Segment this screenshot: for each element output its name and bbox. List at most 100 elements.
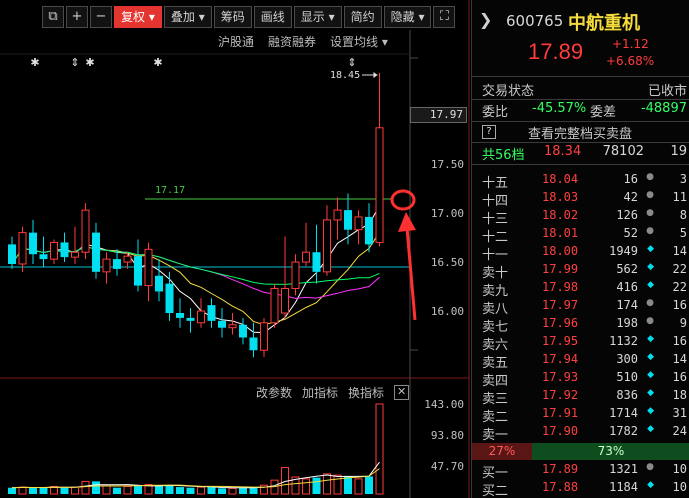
book-level-label: 卖八 [482,302,509,317]
book-row[interactable]: 十二 18.01 52 ● 5 [472,226,689,245]
simple-mode-button[interactable]: 简约 [343,6,382,28]
book-level-label: 卖二 [482,410,509,425]
weicha-value: -48897 [640,101,687,116]
book-level-price: 17.95 [542,334,579,348]
volume-bar [113,487,121,494]
event-marker-icon: ✱ [30,56,39,69]
edit-params-link[interactable]: 改参数 [256,384,292,401]
book-level-price: 17.97 [542,298,579,312]
book-level-label: 卖一 [482,428,509,443]
candle-body [197,310,205,324]
candle-body [249,337,258,351]
chips-button[interactable]: 筹码 [213,6,252,28]
candle-body [8,244,16,264]
candle-body [354,216,363,231]
book-level-volume: 1184 [609,480,638,494]
shanghai-connect-link[interactable]: 沪股通 [218,33,254,50]
volume-bar [218,488,226,494]
book-level-volume: 1714 [609,406,638,420]
book-level-volume: 416 [616,280,638,294]
book-level-price: 17.98 [542,280,579,294]
volume-bar [239,487,247,494]
volume-bar [71,486,79,495]
book-level-mark: ● [646,462,654,472]
volume-bar [134,485,142,494]
book-level-volume: 126 [616,208,638,222]
book-row[interactable]: 买二 17.88 1184 ◆ 10 [472,480,689,498]
book-row[interactable]: 卖三 17.92 836 ◆ 18 [472,388,689,407]
book-level-count: 31 [672,406,687,420]
overlay-button[interactable]: 叠加 ▾ [163,6,212,28]
book-level-count: 16 [672,298,687,312]
book-level-count: 10 [672,462,687,476]
candle-body [134,256,142,286]
event-marker-icon: ⇕ [70,56,79,69]
fullscreen-icon[interactable]: ⛶ [433,6,456,28]
annotation-arrow [405,227,417,321]
book-row[interactable]: 十三 18.02 126 ● 8 [472,208,689,227]
book-level-volume: 562 [616,262,638,276]
book-level-price: 17.91 [542,406,579,420]
window-icon[interactable]: ⧉ [42,6,64,28]
status-label: 交易状态 [482,84,535,99]
price-axis-label: 16.00 [430,305,464,318]
book-level-price: 17.99 [542,262,579,276]
candle-body [312,252,321,272]
hide-button[interactable]: 隐藏 ▾ [383,6,432,28]
candle-body [18,232,27,265]
book-row[interactable]: 卖一 17.90 1782 ◆ 24 [472,424,689,443]
volume-bar [60,487,69,494]
book-row[interactable]: 卖四 17.93 510 ◆ 16 [472,370,689,389]
book-row[interactable]: 卖五 17.94 300 ◆ 14 [472,352,689,371]
book-row[interactable]: 十五 18.04 16 ● 3 [472,172,689,191]
book-level-count: 3 [679,172,687,186]
close-icon[interactable]: ✕ [394,385,410,400]
display-button[interactable]: 显示 ▾ [293,6,342,28]
book-row[interactable]: 卖七 17.96 198 ● 9 [472,316,689,335]
book-row[interactable]: 买一 17.89 1321 ● 10 [472,462,689,481]
book-row[interactable]: 卖二 17.91 1714 ◆ 31 [472,406,689,425]
book-row[interactable]: 卖十 17.99 562 ◆ 22 [472,262,689,281]
kline-chart-panel[interactable]: ✱ ⇕ ✱ ✱ ⇕ 17.17 18.45 ⧉ + − 复权 ▾ 叠加 ▾ 筹码 画线 显示… [0,0,470,498]
volume-bar [18,486,27,495]
add-indicator-link[interactable]: 加指标 [302,384,338,401]
ma-annotation-label: 17.17 [155,185,185,196]
high-price-arrowhead [373,72,378,78]
candle-body [71,251,79,258]
zoom-in-button[interactable]: + [66,6,88,28]
book-level-volume: 16 [623,172,638,186]
book-level-mark: ◆ [647,244,654,254]
book-row[interactable]: 十四 18.03 42 ● 11 [472,190,689,209]
candle-body [165,283,174,313]
switch-indicator-link[interactable]: 换指标 [348,384,384,401]
full-book-link[interactable]: 查看完整档买卖盘 [528,123,632,142]
book-row[interactable]: 十一 18.00 1949 ◆ 14 [472,244,689,263]
last-price: 17.89 [528,39,584,64]
levels-volume: 78102 [602,144,644,159]
book-level-mark: ◆ [647,262,654,272]
book-level-price: 18.01 [542,226,579,240]
book-level-count: 22 [672,262,687,276]
price-change-percent: +6.68% [606,54,655,68]
book-row[interactable]: 卖六 17.95 1132 ◆ 16 [472,334,689,353]
restore-rights-button[interactable]: 复权 ▾ [114,6,162,28]
book-level-label: 卖十 [482,266,509,281]
bid-book: 买一 17.89 1321 ● 10 买二 17.88 1184 ◆ 10 [472,462,689,498]
full-book-row[interactable]: ? 查看完整档买卖盘 [472,123,689,142]
draw-line-button[interactable]: 画线 [253,6,292,28]
help-icon[interactable]: ? [482,125,496,139]
price-change: +1.12 [612,37,649,51]
book-level-volume: 52 [623,226,638,240]
collapse-chevron-icon[interactable]: ❯ [479,10,492,29]
book-row[interactable]: 卖九 17.98 416 ◆ 22 [472,280,689,299]
zoom-out-button[interactable]: − [90,6,112,28]
stock-code: 600765 [506,12,564,30]
margin-trading-link[interactable]: 融资融券 [268,33,316,50]
ma-settings-link[interactable]: 设置均线 ▾ [330,33,388,50]
book-level-count: 18 [672,388,687,402]
book-level-mark: ● [646,316,654,326]
book-row[interactable]: 卖八 17.97 174 ● 16 [472,298,689,317]
high-price-label: 18.45 [330,70,360,81]
book-level-mark: ◆ [647,280,654,290]
chart-toolbar: ⧉ + − 复权 ▾ 叠加 ▾ 筹码 画线 显示 ▾ 简约 隐藏 ▾ ⛶ [42,6,457,30]
